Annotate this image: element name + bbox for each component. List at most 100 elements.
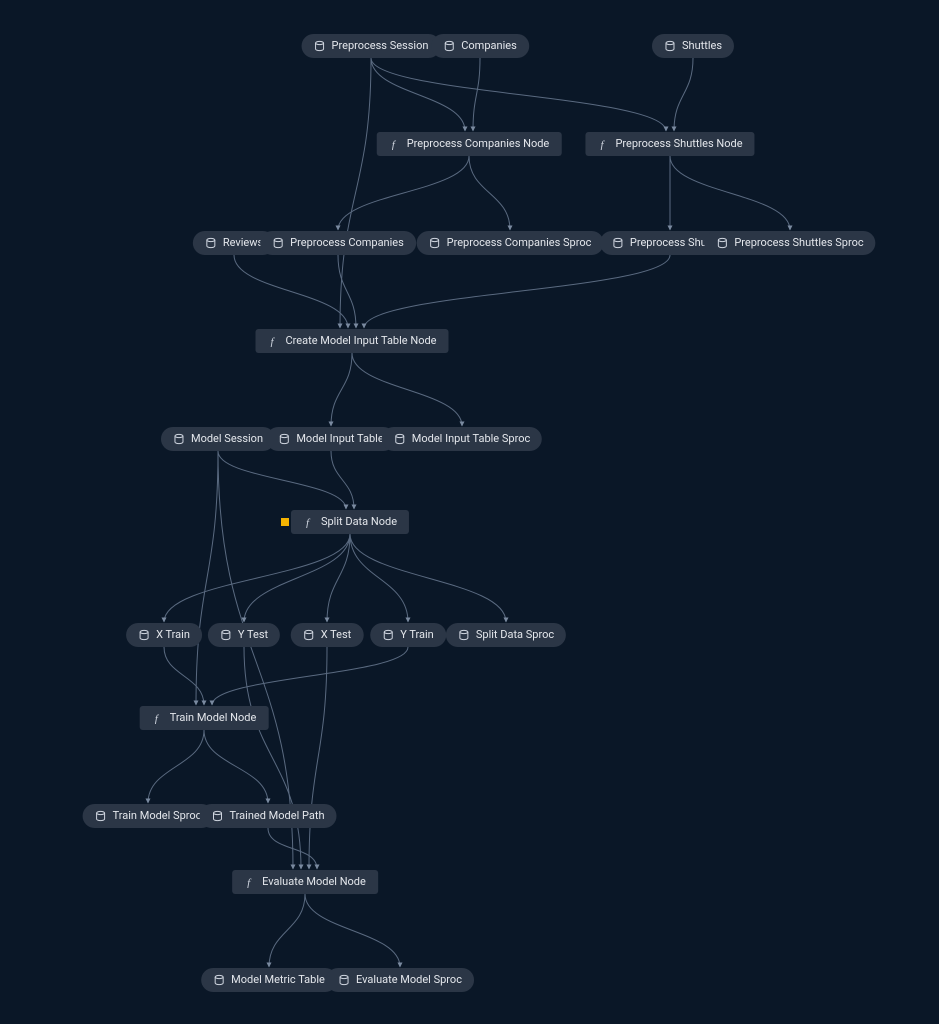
edge-model_session-to-train_model_node (196, 451, 218, 705)
node-model_metric_table[interactable]: Model Metric Table (201, 968, 337, 992)
node-evaluate_model_node[interactable]: fEvaluate Model Node (232, 870, 378, 894)
edge-preprocess_session-to-create_model_input_node (340, 58, 371, 328)
node-label: Reviews (223, 236, 263, 250)
edge-split_data_node-to-y_train (350, 534, 408, 622)
database-icon (95, 810, 107, 822)
node-label: Preprocess Shuttles Node (615, 137, 742, 151)
edge-y_train-to-train_model_node (212, 647, 408, 705)
edge-create_model_input_node-to-model_input_table_sproc (352, 353, 462, 426)
node-label: Preprocess Companies Sproc (447, 236, 592, 250)
function-icon: f (303, 516, 315, 528)
node-label: Model Session (191, 432, 263, 446)
database-icon (173, 433, 185, 445)
edge-split_data_node-to-x_test (327, 534, 350, 622)
node-label: Split Data Sproc (476, 628, 554, 642)
svg-text:f: f (155, 713, 160, 724)
node-label: Preprocess Companies (290, 236, 404, 250)
svg-text:f: f (306, 517, 311, 528)
node-label: Preprocess Shuttles Sproc (734, 236, 863, 250)
node-model_input_table_sproc[interactable]: Model Input Table Sproc (382, 427, 542, 451)
svg-text:f: f (600, 139, 605, 150)
node-y_test[interactable]: Y Test (208, 623, 280, 647)
function-icon: f (152, 712, 164, 724)
edge-split_data_node-to-y_test (244, 534, 350, 622)
svg-text:f: f (247, 877, 252, 888)
node-preprocess_companies_sproc[interactable]: Preprocess Companies Sproc (417, 231, 604, 255)
edge-model_input_table-to-split_data_node (331, 451, 354, 509)
edge-preprocess_session-to-preprocess_companies_node (371, 58, 465, 131)
edge-train_model_node-to-train_model_sproc (148, 730, 204, 803)
database-icon (138, 629, 150, 641)
node-x_test[interactable]: X Test (291, 623, 364, 647)
edge-split_data_node-to-x_train (164, 534, 350, 622)
node-train_model_sproc[interactable]: Train Model Sproc (83, 804, 214, 828)
node-preprocess_companies[interactable]: Preprocess Companies (260, 231, 416, 255)
node-shuttles[interactable]: Shuttles (652, 34, 734, 58)
function-icon: f (389, 138, 401, 150)
database-icon (394, 433, 406, 445)
edge-split_data_node-to-split_data_sproc (350, 534, 506, 622)
edge-preprocess_shuttles_node-to-preprocess_shuttles_sproc (670, 156, 790, 230)
database-icon (612, 237, 624, 249)
node-label: X Train (156, 628, 190, 642)
database-icon (205, 237, 217, 249)
node-label: Create Model Input Table Node (285, 334, 436, 348)
database-icon (272, 237, 284, 249)
node-label: Preprocess Session (332, 39, 429, 53)
node-split_data_node[interactable]: f Split Data Node (291, 510, 409, 534)
node-label: Y Test (238, 628, 268, 642)
node-preprocess_companies_node[interactable]: f Preprocess Companies Node (377, 132, 562, 156)
node-label: Y Train (400, 628, 434, 642)
node-split_data_sproc[interactable]: Split Data Sproc (446, 623, 566, 647)
node-x_train[interactable]: X Train (126, 623, 202, 647)
database-icon (338, 974, 350, 986)
edge-reviews-to-create_model_input_node (234, 255, 348, 328)
edge-evaluate_model_node-to-evaluate_model_sproc (305, 894, 400, 967)
edge-preprocess_companies_node-to-preprocess_companies (338, 156, 469, 230)
edge-companies-to-preprocess_companies_node (473, 58, 480, 131)
function-icon: f (597, 138, 609, 150)
database-icon (443, 40, 455, 52)
node-evaluate_model_sproc[interactable]: Evaluate Model Sproc (326, 968, 474, 992)
node-create_model_input_node[interactable]: f Create Model Input Table Node (255, 329, 448, 353)
svg-text:f: f (392, 139, 397, 150)
edge-x_train-to-train_model_node (164, 647, 204, 705)
node-label: Companies (461, 39, 517, 53)
node-label: Preprocess Companies Node (407, 137, 550, 151)
database-icon (716, 237, 728, 249)
function-icon: f (267, 335, 279, 347)
node-train_model_node[interactable]: f Train Model Node (140, 706, 269, 730)
edge-model_session-to-split_data_node (218, 451, 346, 509)
edge-x_test-to-evaluate_model_node (309, 647, 327, 869)
node-label: Train Model Sproc (113, 809, 202, 823)
status-badge-warn (281, 518, 289, 526)
node-trained_model_path[interactable]: Trained Model Path (199, 804, 336, 828)
function-icon: f (244, 876, 256, 888)
node-companies[interactable]: Companies (431, 34, 529, 58)
node-preprocess_shuttles_sproc[interactable]: Preprocess Shuttles Sproc (704, 231, 875, 255)
edge-preprocess_companies_node-to-preprocess_companies_sproc (469, 156, 510, 230)
database-icon (429, 237, 441, 249)
node-label: Model Metric Table (231, 973, 325, 987)
node-model_session[interactable]: Model Session (161, 427, 275, 451)
node-label: Model Input Table (296, 432, 383, 446)
edge-train_model_node-to-trained_model_path (204, 730, 268, 803)
database-icon (664, 40, 676, 52)
node-label: Split Data Node (321, 515, 397, 529)
edge-preprocess_companies-to-create_model_input_node (338, 255, 356, 328)
svg-text:f: f (270, 336, 275, 347)
database-icon (220, 629, 232, 641)
node-preprocess_session[interactable]: Preprocess Session (302, 34, 441, 58)
node-preprocess_shuttles_node[interactable]: f Preprocess Shuttles Node (585, 132, 754, 156)
node-label: Model Input Table Sproc (412, 432, 530, 446)
edge-y_test-to-evaluate_model_node (244, 647, 301, 869)
edge-evaluate_model_node-to-model_metric_table (269, 894, 305, 967)
database-icon (314, 40, 326, 52)
node-model_input_table[interactable]: Model Input Table (266, 427, 395, 451)
node-y_train[interactable]: Y Train (370, 623, 446, 647)
database-icon (382, 629, 394, 641)
database-icon (211, 810, 223, 822)
node-label: X Test (321, 628, 352, 642)
edge-shuttles-to-preprocess_shuttles_node (674, 58, 693, 131)
node-label: Train Model Node (170, 711, 257, 725)
